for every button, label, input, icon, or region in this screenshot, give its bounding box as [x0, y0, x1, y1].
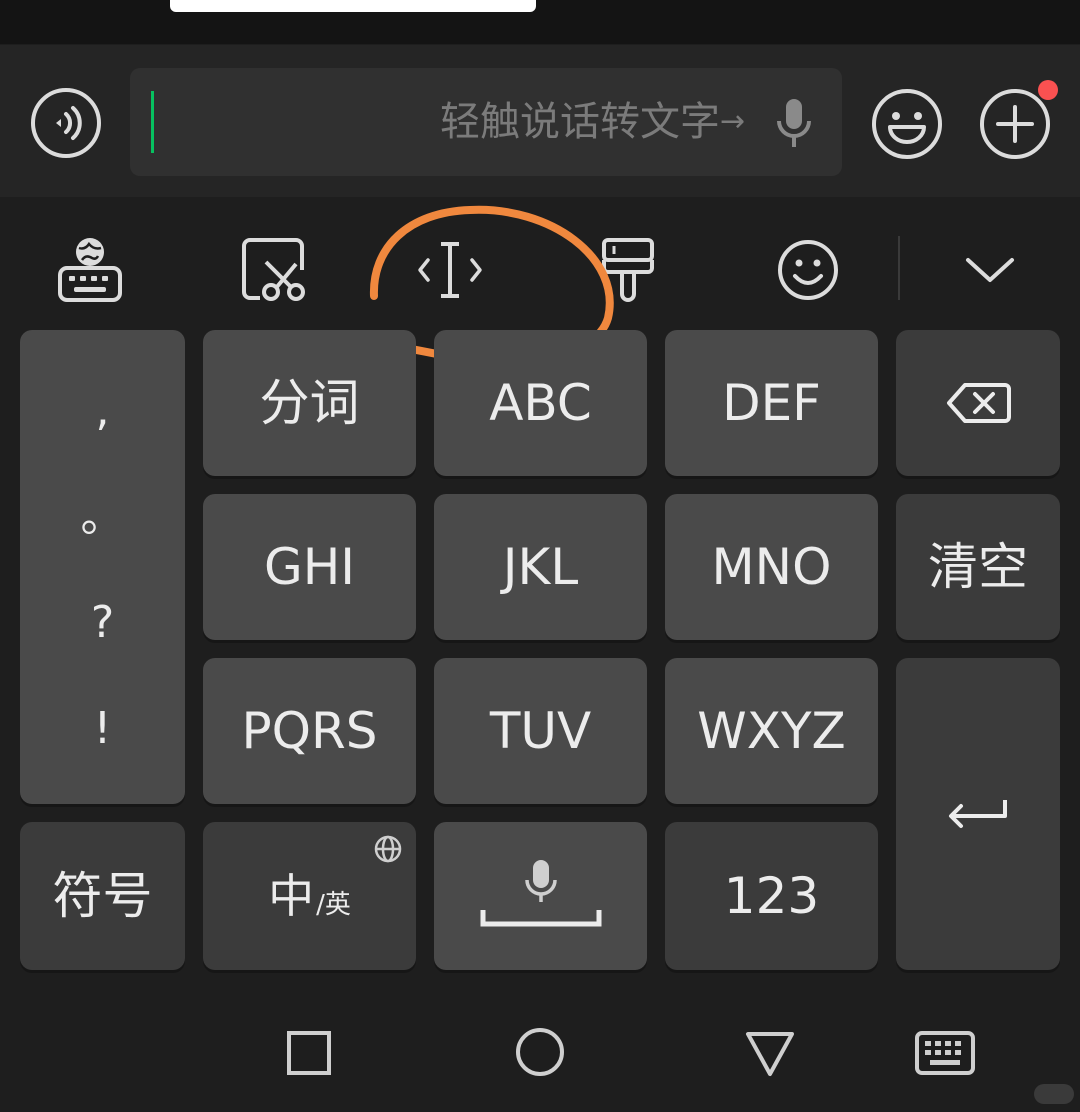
voice-toggle-button[interactable] — [30, 87, 102, 159]
enter-icon — [949, 800, 1007, 828]
key-jkl[interactable]: JKL — [434, 494, 647, 640]
clipboard-cut-icon[interactable] — [236, 232, 312, 308]
key-label: 清空 — [928, 538, 1028, 596]
more-actions-button[interactable] — [978, 87, 1052, 161]
voice-wave-icon — [31, 88, 101, 158]
key-label: WXYZ — [697, 702, 846, 760]
key-label: PQRS — [241, 702, 378, 760]
emoji-icon[interactable] — [770, 232, 846, 308]
symbols-key[interactable]: 符号 — [20, 822, 185, 970]
key-ghi[interactable]: GHI — [203, 494, 416, 640]
key-label: GHI — [263, 538, 356, 596]
key-label: MNO — [711, 538, 832, 596]
key-label: DEF — [722, 374, 821, 432]
punct-comma[interactable]: , — [96, 389, 110, 433]
number-key[interactable]: 123 — [665, 822, 878, 970]
backspace-icon — [947, 383, 1011, 423]
watermark-badge — [1034, 1084, 1074, 1104]
language-switch-key[interactable]: 中 /英 — [203, 822, 416, 970]
key-def[interactable]: DEF — [665, 330, 878, 476]
key-mno[interactable]: MNO — [665, 494, 878, 640]
status-strip — [0, 0, 1080, 44]
key-label: TUV — [489, 702, 592, 760]
keyboard-switch-icon[interactable] — [914, 1030, 976, 1076]
key-tuv[interactable]: TUV — [434, 658, 647, 804]
backspace-key[interactable] — [896, 330, 1060, 476]
key-abc[interactable]: ABC — [434, 330, 647, 476]
text-caret — [151, 91, 154, 153]
notification-banner — [170, 0, 536, 12]
toolbar-divider — [898, 236, 900, 300]
speech-to-text-hint[interactable]: 轻触说话转文字 — [360, 96, 720, 148]
hint-arrow: → — [720, 104, 746, 139]
globe-icon — [374, 835, 402, 863]
key-label: 符号 — [52, 867, 153, 925]
smiley-icon — [872, 89, 942, 159]
home-icon[interactable] — [514, 1026, 566, 1078]
collapse-icon[interactable] — [952, 232, 1028, 308]
punctuation-column-key[interactable]: , 。 ? ! — [20, 330, 185, 804]
en-label: /英 — [316, 890, 351, 920]
plus-icon — [980, 89, 1050, 159]
punct-period[interactable]: 。 — [81, 495, 125, 539]
key-wxyz[interactable]: WXYZ — [665, 658, 878, 804]
key-fenci[interactable]: 分词 — [203, 330, 416, 476]
emoji-button[interactable] — [870, 87, 944, 161]
back-icon[interactable] — [744, 1030, 796, 1078]
key-label: 123 — [723, 867, 820, 925]
space-key[interactable] — [434, 822, 647, 970]
space-mic-icon — [480, 860, 601, 927]
key-pqrs[interactable]: PQRS — [203, 658, 416, 804]
microphone-icon[interactable] — [774, 97, 814, 151]
key-label: 分词 — [259, 374, 360, 432]
punct-exclaim[interactable]: ! — [94, 707, 112, 751]
enter-key[interactable] — [896, 658, 1060, 970]
punct-question[interactable]: ? — [91, 601, 114, 645]
key-label: ABC — [489, 374, 592, 432]
zh-label: 中 — [268, 869, 315, 923]
recent-apps-icon[interactable] — [286, 1030, 332, 1076]
key-label: JKL — [502, 538, 579, 596]
globe-keyboard-icon[interactable] — [52, 232, 128, 308]
clear-key[interactable]: 清空 — [896, 494, 1060, 640]
notification-dot — [1038, 80, 1058, 100]
